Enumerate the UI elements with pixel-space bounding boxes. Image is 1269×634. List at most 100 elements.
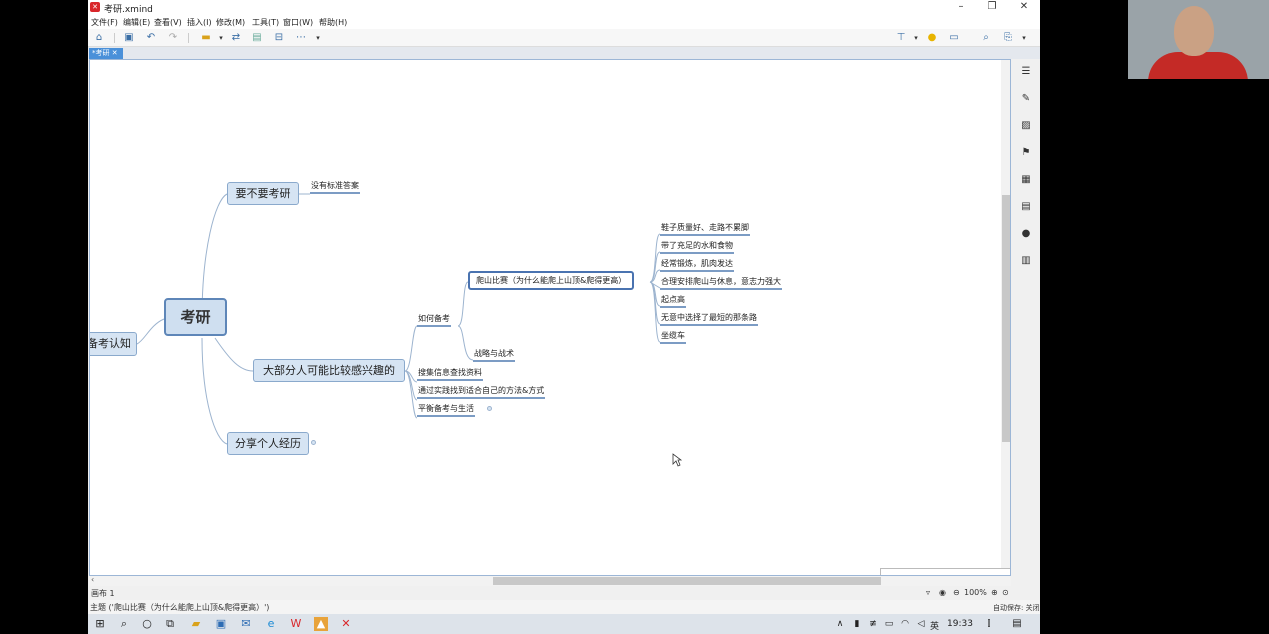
autosave-status: 自动保存: 关闭 [993,604,1040,612]
presentation-icon[interactable]: ⊤ [895,32,907,44]
minimap-overview[interactable] [880,568,1010,575]
filter-icon[interactable]: ▿ [926,588,930,597]
notes-icon[interactable]: ▤ [1020,201,1032,213]
subtopic-water-food[interactable]: 带了充足的水和食物 [660,240,734,254]
dropdown-arrow-icon[interactable]: ▾ [910,32,922,44]
meeting-app-icon[interactable]: ▲ [314,617,328,631]
subtopic-cable-car[interactable]: 坐缆车 [660,330,686,344]
title-bar: ✕ 考研.xmind – ❐ ✕ [88,0,1040,15]
menu-modify[interactable]: 修改(M) [216,17,245,28]
subtopic-good-shoes[interactable]: 鞋子质量好、走路不累脚 [660,222,750,236]
central-topic[interactable]: 考研 [164,298,227,336]
subtopic-no-standard-answer[interactable]: 没有标准答案 [310,180,360,194]
sheet-tab[interactable]: 画布 1 [91,588,115,599]
save-icon[interactable]: ▣ [123,32,135,44]
edge-browser-icon[interactable]: e [264,617,278,631]
more-icon[interactable]: ⋯ [295,32,307,44]
subtopic-exercise[interactable]: 经常锻炼，肌肉发达 [660,258,734,272]
marker-flag-icon[interactable]: ⚑ [1020,147,1032,159]
tab-kaoyan[interactable]: *考研 ✕ [89,48,123,59]
format-brush-icon[interactable]: ✎ [1020,93,1032,105]
windows-start-icon[interactable]: ⊞ [93,617,107,631]
relationship-icon[interactable]: ⇄ [230,32,242,44]
search-icon[interactable]: ⌕ [980,32,992,44]
topic-yaobuyao[interactable]: 要不要考研 [227,182,299,205]
topic-partial-left[interactable]: 备考认知 [90,332,137,356]
eye-icon[interactable]: ◉ [939,588,946,597]
xmind-taskbar-icon[interactable]: ✕ [339,617,353,631]
mail-icon[interactable]: ✉ [239,617,253,631]
vertical-scrollbar[interactable] [1001,60,1010,575]
subtopic-high-start[interactable]: 起点高 [660,294,686,308]
summary-icon[interactable]: ⊟ [273,32,285,44]
close-button[interactable]: ✕ [1017,1,1031,13]
store-icon[interactable]: ▣ [214,617,228,631]
connector-lines [136,193,661,445]
topic-icon[interactable]: ▬ [200,32,212,44]
tray-settings-icon[interactable]: ≢ [866,617,880,631]
topic-most-interested[interactable]: 大部分人可能比较感兴趣的 [253,359,405,382]
zoom-out-icon[interactable]: ⊖ [953,588,960,597]
menu-help[interactable]: 帮助(H) [319,17,347,28]
zoom-fit-icon[interactable]: ⊙ [1002,588,1009,597]
task-view-icon[interactable]: ⧉ [163,617,177,631]
subtopic-collect-info[interactable]: 搜集信息查找资料 [417,367,483,381]
clipart-icon[interactable]: ▦ [1020,174,1032,186]
redo-icon[interactable]: ↷ [167,32,179,44]
menu-edit[interactable]: 编辑(E) [123,17,150,28]
xmind-window: ✕ 考研.xmind – ❐ ✕ 文件(F) 编辑(E) 查看(V) 插入(I)… [88,0,1040,614]
maximize-button[interactable]: ❐ [985,1,999,13]
input-language[interactable]: 英 [930,619,939,632]
mindmap-canvas[interactable]: 备考认知 考研 要不要考研 没有标准答案 大部分人可能比较感兴趣的 分享个人经历… [89,59,1011,576]
dropdown-arrow-icon[interactable]: ▾ [312,32,324,44]
file-explorer-icon[interactable]: ▰ [189,617,203,631]
menu-file[interactable]: 文件(F) [91,17,118,28]
cortana-icon[interactable]: ○ [140,617,154,631]
battery-icon[interactable]: ▭ [882,617,896,631]
outline-icon[interactable]: ▭ [948,32,960,44]
home-icon[interactable]: ⌂ [93,32,105,44]
subtopic-find-method[interactable]: 通过实践找到适合自己的方法&方式 [417,385,546,399]
horizontal-scrollbar[interactable]: ‹ [89,575,1011,586]
subtopic-climb-race[interactable]: 爬山比赛（为什么能爬上山顶&爬得更高） [468,271,635,290]
wifi-icon[interactable]: ◠ [898,617,912,631]
comment-icon[interactable]: ● [1020,228,1032,240]
ime-icon[interactable]: ⫿ [982,617,996,631]
brainstorm-bulb-icon[interactable]: ● [926,32,938,44]
info-bar: 主题 ('爬山比赛（为什么能爬上山顶&爬得更高）') 自动保存: 关闭 [88,600,1040,614]
collapse-dot-icon[interactable] [311,440,316,445]
task-clipboard-icon[interactable]: ▥ [1020,255,1032,267]
zoom-in-icon[interactable]: ⊕ [991,588,998,597]
clock[interactable]: 19:33 [947,619,973,629]
tray-expand-icon[interactable]: ∧ [833,617,847,631]
vertical-scroll-thumb[interactable] [1002,195,1010,442]
menu-insert[interactable]: 插入(I) [187,17,212,28]
image-icon[interactable]: ▨ [1020,120,1032,132]
volume-icon[interactable]: ◁ [914,617,928,631]
horizontal-scroll-thumb[interactable] [493,577,881,585]
subtopic-arrange-rest[interactable]: 合理安排爬山与休息，意志力强大 [660,276,782,290]
subtopic-strategy[interactable]: 战略与战术 [473,348,515,362]
dropdown-arrow-icon[interactable]: ▾ [1018,32,1030,44]
wps-icon[interactable]: W [289,617,303,631]
connector [136,318,165,345]
topic-share-experience[interactable]: 分享个人经历 [227,432,309,455]
outline-list-icon[interactable]: ☰ [1020,66,1032,78]
export-icon[interactable]: ⎘ [1002,32,1014,44]
notification-icon[interactable]: ▤ [1010,617,1024,631]
menu-tools[interactable]: 工具(T) [252,17,279,28]
menu-window[interactable]: 窗口(W) [283,17,313,28]
search-icon[interactable]: ⌕ [117,617,131,631]
subtopic-balance-life[interactable]: 平衡备考与生活 [417,403,475,417]
collapse-dot-icon[interactable] [487,406,492,411]
dropdown-arrow-icon[interactable]: ▾ [215,32,227,44]
toolbar-separator [114,33,115,43]
subtopic-shortest-path[interactable]: 无意中选择了最短的那条路 [660,312,758,326]
scroll-left-icon[interactable]: ‹ [91,575,94,584]
boundary-icon[interactable]: ▤ [251,32,263,44]
subtopic-how-to-prepare[interactable]: 如何备考 [417,313,451,327]
microphone-icon[interactable]: ▮ [850,617,864,631]
undo-icon[interactable]: ↶ [145,32,157,44]
minimize-button[interactable]: – [954,1,968,13]
menu-view[interactable]: 查看(V) [154,17,182,28]
